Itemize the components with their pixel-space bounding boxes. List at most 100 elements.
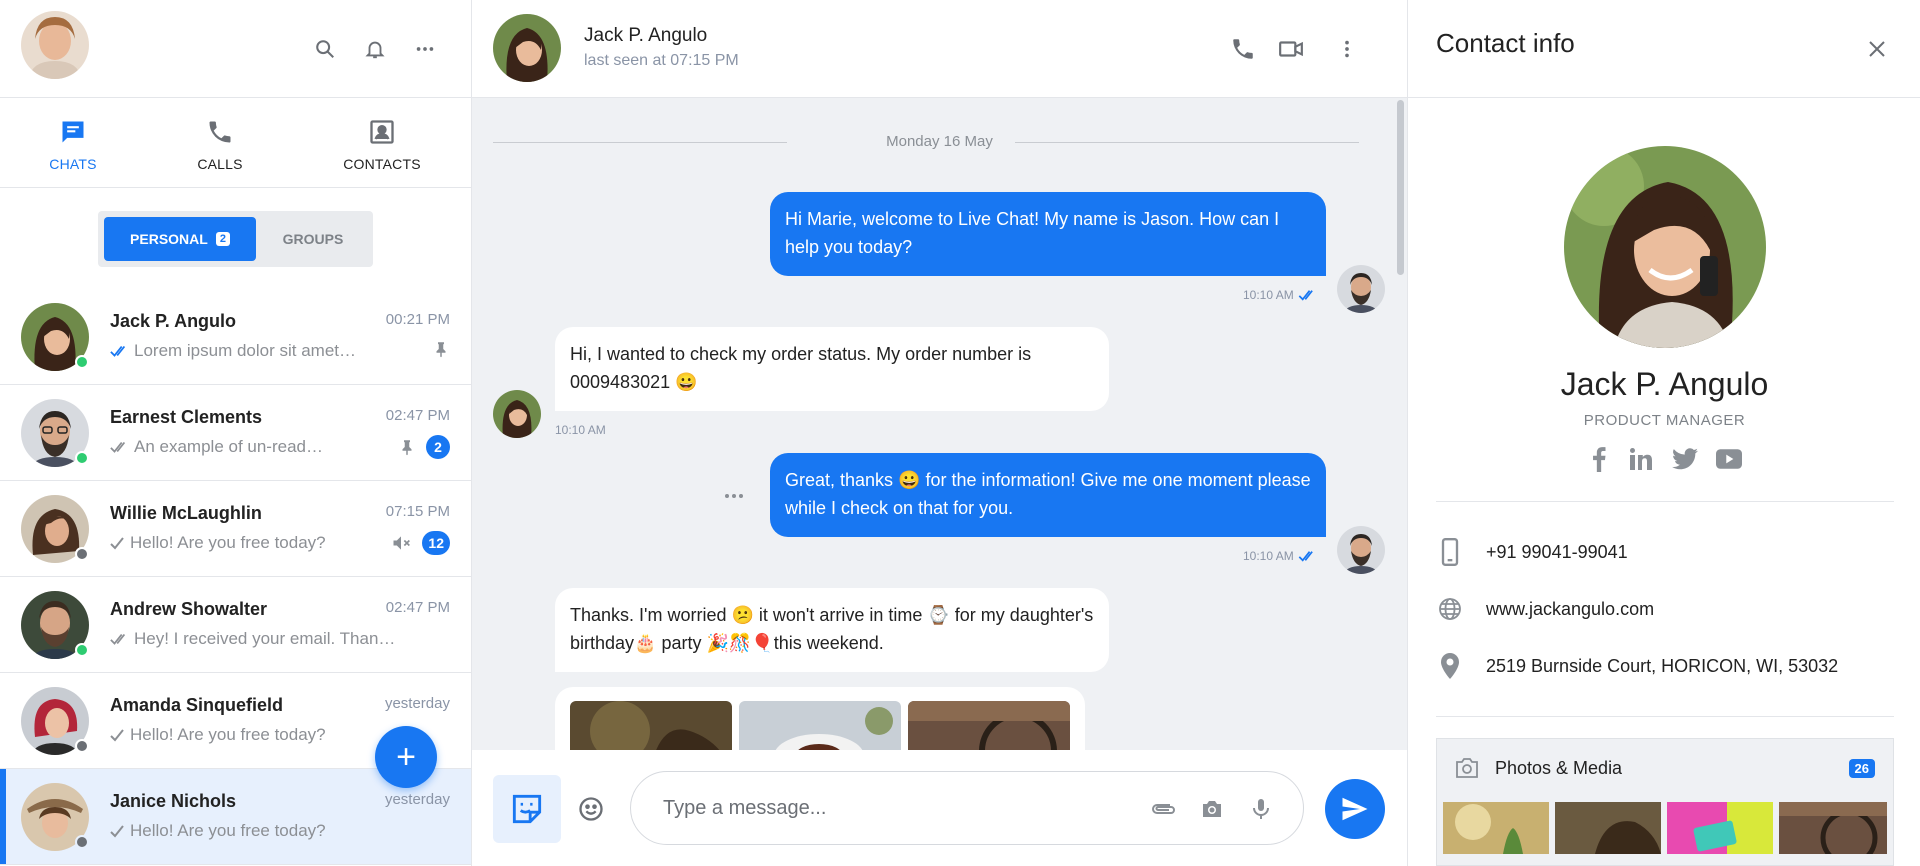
mobile-icon xyxy=(1436,538,1464,566)
message-composer xyxy=(472,750,1407,866)
contact-profile-photo[interactable] xyxy=(1564,146,1766,348)
avatar xyxy=(21,495,89,563)
segment-personal[interactable]: PERSONAL 2 xyxy=(104,217,256,261)
microphone-icon[interactable] xyxy=(1246,794,1276,824)
chat-list-item[interactable]: Willie McLaughlin 07:15 PM Hello! Are yo… xyxy=(0,481,471,577)
message-input[interactable] xyxy=(663,772,1133,844)
linkedin-icon[interactable] xyxy=(1626,444,1656,474)
chat-preview-text: Lorem ipsum dolor sit amet… xyxy=(134,341,357,360)
pin-icon[interactable] xyxy=(432,339,450,359)
last-seen-status: last seen at 07:15 PM xyxy=(584,52,739,69)
double-check-icon xyxy=(110,441,126,453)
media-thumbnail[interactable] xyxy=(1443,802,1549,854)
voice-call-icon[interactable] xyxy=(1228,34,1258,64)
contact-website-row[interactable]: www.jackangulo.com xyxy=(1436,589,1654,629)
contact-info-panel: Contact info Jack P. Angulo PRODUCT MANA… xyxy=(1407,0,1920,866)
phone-icon xyxy=(209,121,231,143)
new-chat-button[interactable]: + xyxy=(375,726,437,788)
chat-preview: An example of un-read… xyxy=(110,437,344,457)
facebook-icon[interactable] xyxy=(1584,444,1614,474)
chat-name: Janice Nichols xyxy=(110,791,237,811)
online-status-dot xyxy=(75,355,89,369)
personal-count-badge: 2 xyxy=(215,232,230,246)
sidebar-tabs: CHATS CALLS CONTACTS xyxy=(0,98,471,188)
mute-icon[interactable] xyxy=(390,533,412,553)
media-thumbnail[interactable] xyxy=(1779,802,1887,854)
pin-icon[interactable] xyxy=(398,437,416,457)
tab-chats[interactable]: CHATS xyxy=(28,98,118,188)
more-vertical-icon[interactable] xyxy=(1334,34,1360,64)
contact-avatar-small xyxy=(493,390,541,438)
chat-list-item[interactable]: Jack P. Angulo 00:21 PM Lorem ipsum dolo… xyxy=(0,289,471,385)
message-options-icon[interactable] xyxy=(722,488,746,504)
bell-icon[interactable] xyxy=(362,36,388,62)
video-call-icon[interactable] xyxy=(1276,34,1306,64)
segment-label: PERSONAL xyxy=(130,231,208,247)
search-icon[interactable] xyxy=(312,36,338,62)
offline-status-dot xyxy=(75,547,89,561)
check-icon xyxy=(110,729,124,742)
outgoing-message[interactable]: Great, thanks 😀 for the information! Giv… xyxy=(770,453,1326,537)
chat-preview-text: Hello! Are you free today? xyxy=(130,821,326,840)
image-thumbnail[interactable] xyxy=(570,701,732,750)
chat-preview-text: Hello! Are you free today? xyxy=(130,725,326,744)
message-scrollbar[interactable] xyxy=(1397,100,1404,275)
chat-preview: Hey! I received your email. Than… xyxy=(110,629,416,649)
segment-groups[interactable]: GROUPS xyxy=(260,217,366,261)
image-thumbnail[interactable] xyxy=(739,701,901,750)
close-icon[interactable] xyxy=(1862,34,1892,64)
send-button[interactable] xyxy=(1325,779,1385,839)
more-horizontal-icon[interactable] xyxy=(412,36,438,62)
globe-icon xyxy=(1436,597,1464,621)
location-pin-icon xyxy=(1436,653,1464,679)
media-count-badge: 26 xyxy=(1848,759,1875,778)
camera-icon[interactable] xyxy=(1197,794,1227,824)
divider xyxy=(1436,501,1894,502)
message-time-text: 10:10 AM xyxy=(555,423,606,437)
chat-preview: Hello! Are you free today? xyxy=(110,821,378,841)
sticker-button[interactable] xyxy=(493,775,561,843)
chat-name: Earnest Clements xyxy=(110,407,263,427)
chat-list-item[interactable]: Andrew Showalter 02:47 PM Hey! I receive… xyxy=(0,577,471,673)
chat-meta: 2 xyxy=(398,435,450,459)
contact-avatar[interactable] xyxy=(493,14,561,82)
offline-status-dot xyxy=(75,739,89,753)
message-area[interactable]: Monday 16 May Hi Marie, welcome to Live … xyxy=(472,98,1407,750)
incoming-message[interactable]: Hi, I wanted to check my order status. M… xyxy=(555,327,1109,411)
contact-website: www.jackangulo.com xyxy=(1486,598,1655,619)
sidebar: CHATS CALLS CONTACTS PERSONAL 2 GROUPS J… xyxy=(0,0,472,866)
incoming-message[interactable]: Thanks. I'm worried 😕 it won't arrive in… xyxy=(555,588,1109,672)
emoji-icon[interactable] xyxy=(576,794,606,824)
outgoing-message[interactable]: Hi Marie, welcome to Live Chat! My name … xyxy=(770,192,1326,276)
tab-label: CALLS xyxy=(197,156,243,172)
sidebar-header xyxy=(0,0,471,98)
contact-address-row[interactable]: 2519 Burnside Court, HORICON, WI, 53032 xyxy=(1436,646,1838,686)
check-icon xyxy=(110,537,124,550)
tab-label: CHATS xyxy=(49,156,97,172)
chat-list-item[interactable]: Earnest Clements 02:47 PM An example of … xyxy=(0,385,471,481)
youtube-icon[interactable] xyxy=(1714,444,1744,474)
tab-calls[interactable]: CALLS xyxy=(175,98,265,188)
double-check-icon xyxy=(110,633,126,645)
chat-name: Willie McLaughlin xyxy=(110,503,262,523)
online-status-dot xyxy=(75,643,89,657)
user-avatar[interactable] xyxy=(21,11,89,79)
sender-avatar xyxy=(1337,526,1385,574)
photos-media-header[interactable]: Photos & Media 26 xyxy=(1437,739,1893,797)
media-thumbnail[interactable] xyxy=(1667,802,1773,854)
image-thumbnail[interactable] xyxy=(908,701,1070,750)
message-time-text: 10:10 AM xyxy=(1243,549,1294,563)
chat-preview-text: An example of un-read… xyxy=(134,437,323,456)
tab-contacts[interactable]: CONTACTS xyxy=(334,98,430,188)
attachment-icon[interactable] xyxy=(1149,796,1179,822)
divider xyxy=(1436,716,1894,717)
media-thumbnail[interactable] xyxy=(1555,802,1661,854)
chat-preview: Hello! Are you free today? xyxy=(110,725,378,745)
chat-time: 00:21 PM xyxy=(385,311,450,328)
contact-phone-row[interactable]: +91 99041-99041 xyxy=(1436,532,1628,572)
camera-icon xyxy=(1456,758,1478,778)
twitter-icon[interactable] xyxy=(1670,444,1700,474)
panel-title: Contact info xyxy=(1436,28,1575,58)
message-time: 10:10 AM xyxy=(555,423,606,437)
send-icon xyxy=(1342,797,1368,821)
